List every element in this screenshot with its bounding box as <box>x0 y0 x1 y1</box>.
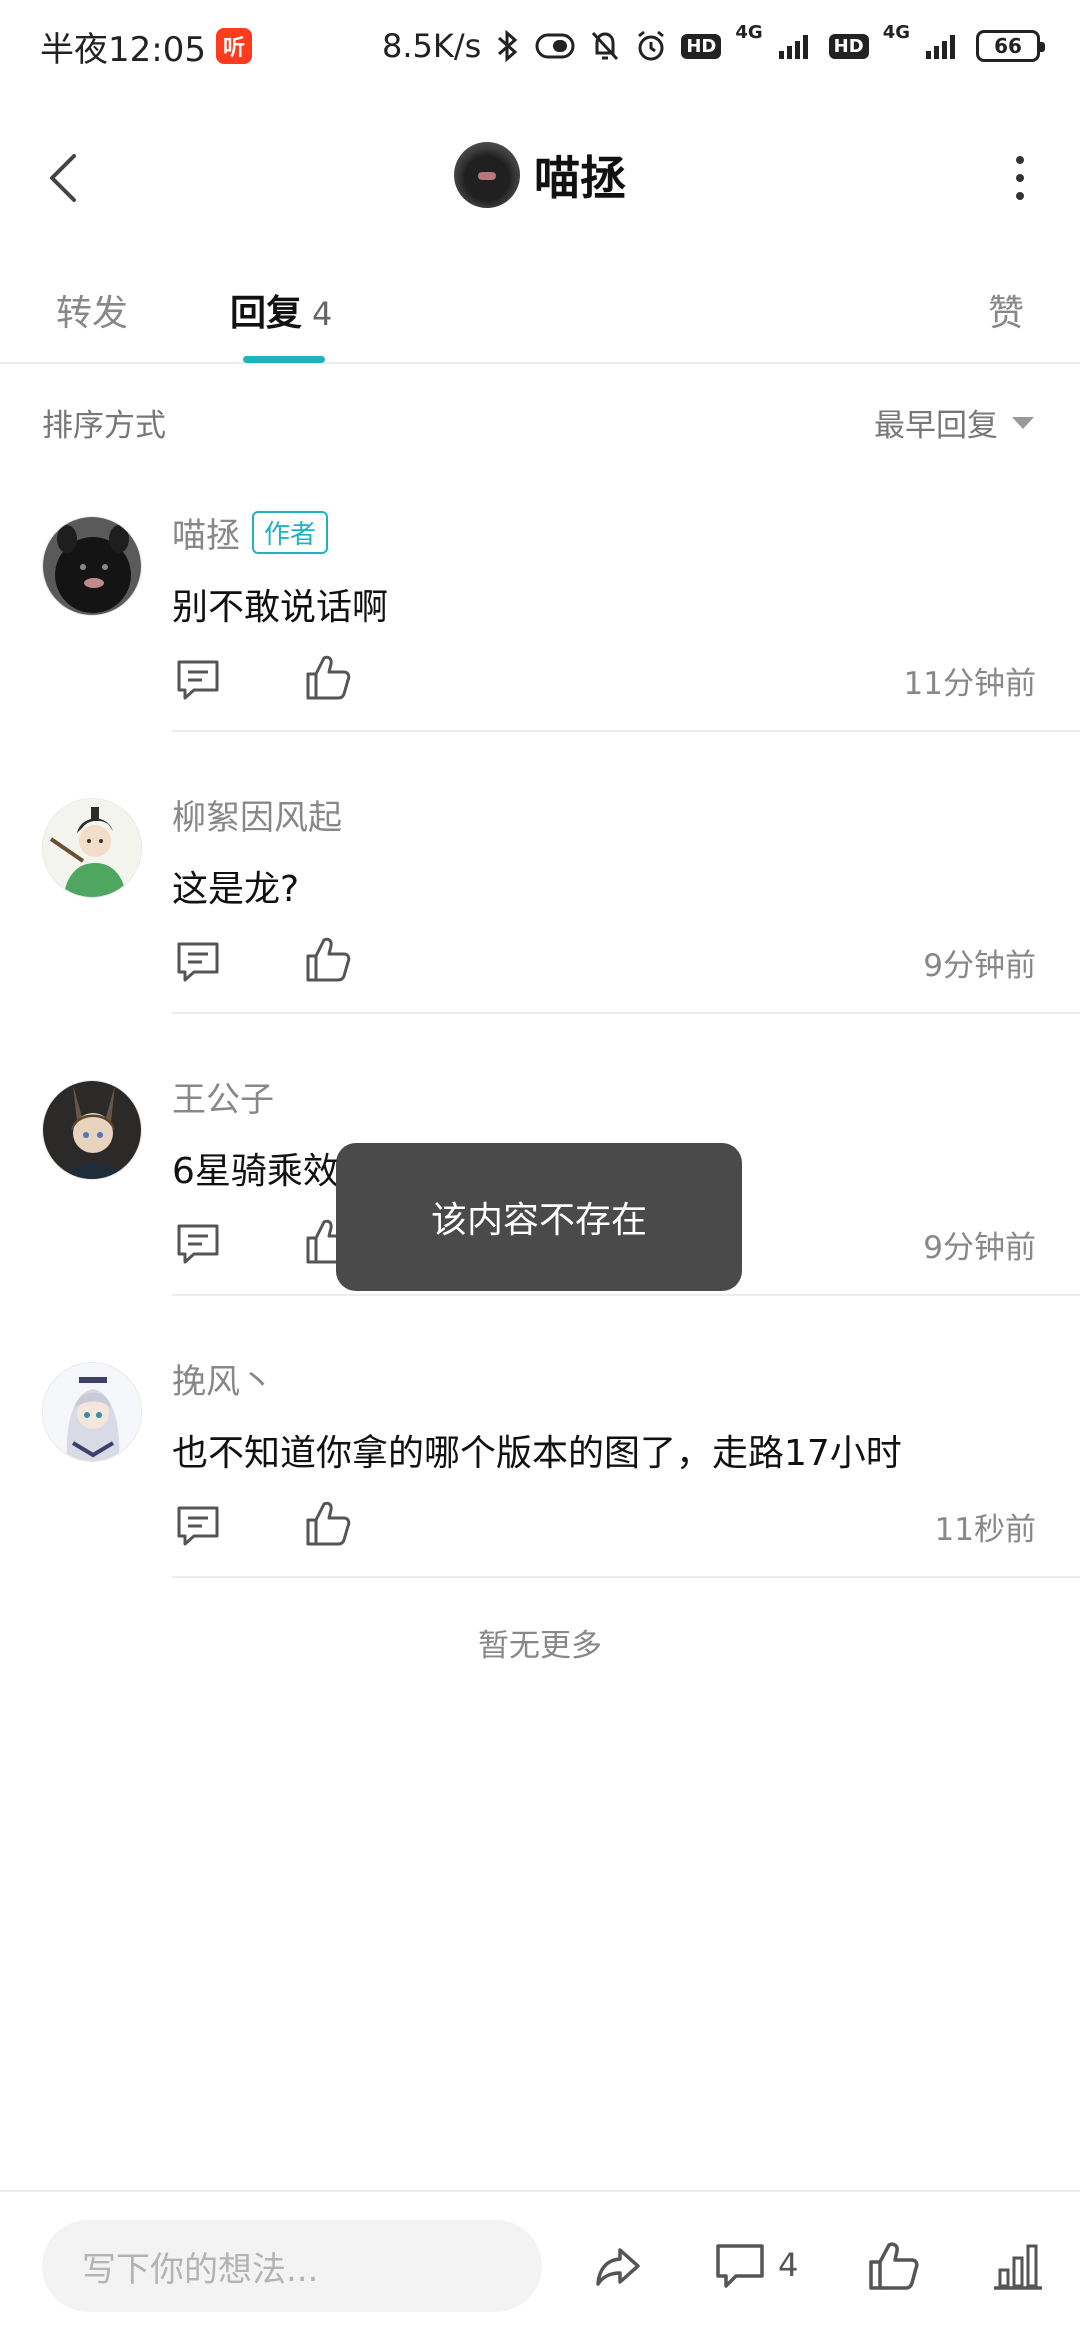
more-dot-icon <box>1016 156 1024 164</box>
network-type-1: 4G <box>735 21 763 43</box>
comment-actions: 11秒前 <box>172 1501 1040 1562</box>
divider <box>172 730 1080 732</box>
status-time: 半夜12:05 <box>40 29 206 70</box>
signal-icon-2 <box>924 31 962 61</box>
thumbs-up-icon[interactable] <box>866 2238 922 2294</box>
comment-time: 9分钟前 <box>923 1230 1036 1266</box>
page-title: 喵拯 <box>534 151 626 205</box>
tab-forward[interactable]: 转发 <box>56 284 128 336</box>
comment-author-row: 王公子 <box>172 1072 274 1121</box>
reply-icon[interactable] <box>174 938 222 986</box>
comment-icon[interactable] <box>712 2238 768 2294</box>
status-right: 8.5K/s HD 4G HD 4G 66 <box>382 22 1045 65</box>
sort-label: 排序方式 <box>42 408 166 444</box>
avatar[interactable] <box>42 1080 142 1180</box>
comment-author-row: 喵拯 作者 <box>172 508 329 557</box>
no-more-text: 暂无更多 <box>478 1628 602 1664</box>
tab-reply-label: 回复 <box>230 293 303 334</box>
comment-time: 9分钟前 <box>923 948 1036 984</box>
app-header: 喵拯 <box>0 120 1080 230</box>
hd-voice-badge: HD <box>681 33 722 59</box>
tab-reply-count: 4 <box>312 295 333 333</box>
share-icon[interactable] <box>590 2238 646 2294</box>
reply-icon[interactable] <box>174 1220 222 1268</box>
caret-down-icon <box>1012 416 1034 429</box>
divider <box>172 1294 1080 1296</box>
mute-bell-icon <box>589 29 621 63</box>
more-options-button[interactable] <box>1010 148 1030 208</box>
divider <box>172 1012 1080 1014</box>
thumbs-up-icon[interactable] <box>304 1498 352 1550</box>
vibrate-mode-icon <box>535 31 575 61</box>
alarm-icon <box>635 29 667 63</box>
sort-dropdown[interactable]: 最早回复 <box>874 400 1034 445</box>
comment-author[interactable]: 柳絮因风起 <box>172 790 342 839</box>
comment-input[interactable]: 写下你的想法... <box>42 2220 542 2312</box>
comment-count: 4 <box>778 2246 799 2284</box>
comment-author[interactable]: 喵拯 <box>172 508 240 557</box>
sort-value: 最早回复 <box>874 408 998 444</box>
more-dot-icon <box>1016 192 1024 200</box>
status-bar: 半夜12:05 听 8.5K/s HD 4G HD 4G 66 <box>0 0 1080 92</box>
comment-item: 喵拯 作者 别不敢说话啊 11分钟前 <box>0 511 1080 798</box>
reply-icon[interactable] <box>174 656 222 704</box>
comment-item: 柳絮因风起 这是龙? 9分钟前 <box>0 798 1080 1080</box>
avatar[interactable] <box>42 1362 142 1462</box>
divider <box>172 1576 1080 1578</box>
author-badge: 作者 <box>252 511 329 554</box>
thumbs-up-icon[interactable] <box>304 652 352 704</box>
tab-reply[interactable]: 回复 4 <box>230 284 332 336</box>
comment-time: 11秒前 <box>934 1512 1036 1548</box>
tab-like[interactable]: 赞 <box>988 284 1024 336</box>
comment-time: 11分钟前 <box>903 666 1036 702</box>
sort-row: 排序方式 最早回复 <box>0 396 1080 446</box>
comment-item: 挽风丶 也不知道你拿的哪个版本的图了，走路17小时 11秒前 <box>0 1362 1080 1644</box>
comment-author-row: 挽风丶 <box>172 1354 274 1403</box>
toast-message: 该内容不存在 <box>336 1143 742 1291</box>
active-tab-indicator <box>243 356 325 363</box>
network-type-2: 4G <box>882 21 910 43</box>
stats-icon[interactable] <box>990 2238 1046 2294</box>
comment-actions: 11分钟前 <box>172 655 1040 716</box>
comment-author[interactable]: 挽风丶 <box>172 1354 274 1403</box>
network-speed: 8.5K/s <box>382 27 482 65</box>
bottom-bar: 写下你的想法... 4 <box>0 2190 1080 2340</box>
comment-text[interactable]: 这是龙? <box>172 860 299 912</box>
header-user[interactable]: 喵拯 <box>454 142 626 208</box>
comment-text[interactable]: 别不敢说话啊 <box>172 578 388 630</box>
status-left: 半夜12:05 听 <box>40 22 252 71</box>
comment-author-row: 柳絮因风起 <box>172 790 342 839</box>
comment-author[interactable]: 王公子 <box>172 1072 274 1121</box>
comment-text[interactable]: 也不知道你拿的哪个版本的图了，走路17小时 <box>172 1424 902 1476</box>
chevron-left-icon <box>50 154 76 202</box>
bluetooth-icon <box>495 28 521 64</box>
more-dot-icon <box>1016 174 1024 182</box>
hd-voice-badge-2: HD <box>828 33 869 59</box>
back-button[interactable] <box>38 148 88 208</box>
notification-app-icon: 听 <box>215 28 252 64</box>
battery-icon: 66 <box>976 30 1045 62</box>
signal-icon <box>777 31 815 61</box>
reply-icon[interactable] <box>174 1502 222 1550</box>
header-avatar[interactable] <box>454 142 520 208</box>
thumbs-up-icon[interactable] <box>304 934 352 986</box>
comment-actions: 9分钟前 <box>172 937 1040 998</box>
avatar[interactable] <box>42 516 142 616</box>
avatar[interactable] <box>42 798 142 898</box>
tab-bar: 转发 回复 4 赞 <box>0 260 1080 364</box>
